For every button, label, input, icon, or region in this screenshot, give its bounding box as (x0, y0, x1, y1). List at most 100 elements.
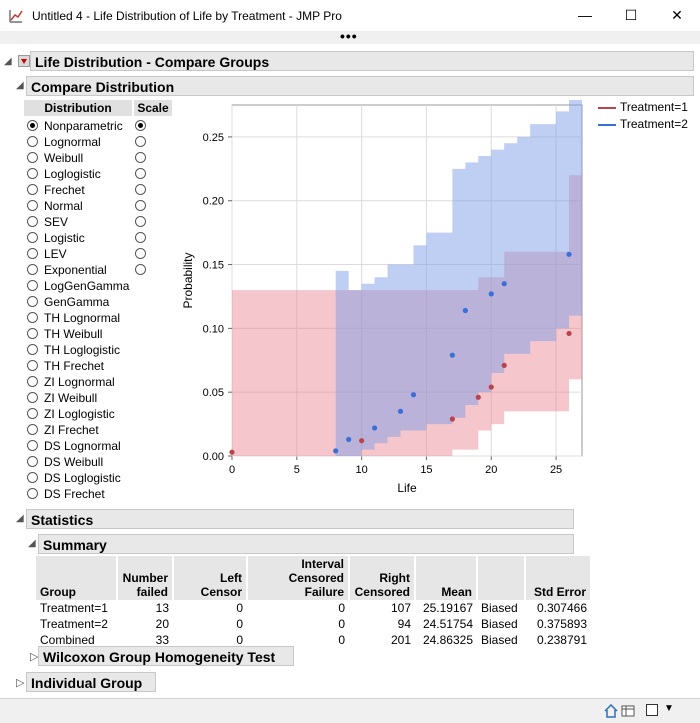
home-icon[interactable] (604, 704, 618, 718)
x-tick-label: 5 (294, 464, 300, 476)
distribution-radio[interactable] (27, 184, 38, 195)
distribution-radio[interactable] (27, 472, 38, 483)
distribution-radio[interactable] (27, 312, 38, 323)
distribution-label[interactable]: Frechet (44, 183, 85, 197)
disclosure-closed-icon[interactable]: ▷ (16, 676, 24, 689)
data-point (346, 436, 352, 443)
distribution-radio[interactable] (27, 152, 38, 163)
distribution-label[interactable]: DS Lognormal (44, 439, 121, 453)
distribution-radio[interactable] (27, 392, 38, 403)
scale-radio[interactable] (135, 232, 146, 243)
data-point (371, 425, 378, 431)
wilcoxon-test-outline[interactable]: Wilcoxon Group Homogeneity Test (38, 646, 294, 666)
scale-radio[interactable] (135, 152, 146, 163)
distribution-label[interactable]: ZI Lognormal (44, 375, 115, 389)
window-title: Untitled 4 - Life Distribution of Life b… (32, 9, 342, 23)
table-row: Treatment=1 13 0 0 107 25.19167 Biased 0… (36, 600, 591, 616)
scale-radio[interactable] (135, 248, 146, 259)
jmp-app-icon (9, 10, 23, 23)
distribution-label[interactable]: TH Loglogistic (44, 343, 120, 357)
distribution-label[interactable]: ZI Loglogistic (44, 407, 115, 421)
col-header-group: Group (36, 556, 118, 600)
distribution-label[interactable]: Weibull (44, 151, 83, 165)
distribution-column-header: Distribution (24, 100, 132, 116)
distribution-label[interactable]: Logistic (44, 231, 85, 245)
overflow-dots-icon[interactable]: ••• (340, 28, 358, 44)
distribution-radio[interactable] (27, 264, 38, 275)
disclosure-open-icon[interactable]: ◢ (28, 538, 36, 549)
distribution-radio[interactable] (27, 424, 38, 435)
distribution-radio[interactable] (27, 376, 38, 387)
distribution-label[interactable]: SEV (44, 215, 68, 229)
distribution-label[interactable]: Nonparametric (44, 119, 123, 133)
disclosure-open-icon[interactable]: ◢ (4, 56, 12, 67)
summary-outline[interactable]: Summary (38, 534, 574, 554)
table-view-icon[interactable] (621, 704, 635, 718)
cell: 24.86325 (422, 633, 473, 647)
distribution-label[interactable]: ZI Frechet (44, 423, 99, 437)
distribution-label[interactable]: TH Lognormal (44, 311, 120, 325)
distribution-label[interactable]: Exponential (44, 263, 107, 277)
life-distribution-outline[interactable]: Life Distribution - Compare Groups (30, 51, 694, 71)
minimize-button[interactable]: — (562, 0, 608, 31)
distribution-radio[interactable] (27, 136, 38, 147)
distribution-label[interactable]: GenGamma (44, 295, 109, 309)
distribution-label[interactable]: TH Frechet (44, 359, 104, 373)
chevron-down-icon[interactable]: ▼ (664, 703, 674, 714)
data-point (475, 394, 481, 400)
distribution-label[interactable]: LEV (44, 247, 67, 261)
distribution-radio[interactable] (27, 216, 38, 227)
cell: 0 (236, 617, 243, 631)
scale-radio[interactable] (135, 216, 146, 227)
individual-group-outline[interactable]: Individual Group (26, 672, 156, 692)
maximize-button[interactable]: ☐ (608, 0, 654, 31)
distribution-radio[interactable] (27, 248, 38, 259)
distribution-radio[interactable] (27, 120, 38, 131)
distribution-label[interactable]: LogGenGamma (44, 279, 129, 293)
scale-column-header: Scale (134, 100, 172, 116)
scale-radio[interactable] (135, 120, 146, 131)
cell: 0 (236, 601, 243, 615)
x-tick-label: 0 (229, 464, 235, 476)
data-point (488, 291, 494, 297)
distribution-radio[interactable] (27, 344, 38, 355)
table-row: Treatment=2 20 0 0 94 24.51754 Biased 0.… (36, 616, 591, 632)
distribution-radio[interactable] (27, 408, 38, 419)
scale-radio[interactable] (135, 264, 146, 275)
distribution-label[interactable]: Normal (44, 199, 83, 213)
scale-radio[interactable] (135, 168, 146, 179)
distribution-label[interactable]: DS Loglogistic (44, 471, 121, 485)
distribution-label[interactable]: Loglogistic (44, 167, 101, 181)
distribution-label[interactable]: DS Weibull (44, 455, 103, 469)
distribution-label[interactable]: Lognormal (44, 135, 101, 149)
scale-radio[interactable] (135, 200, 146, 211)
distribution-radio[interactable] (27, 232, 38, 243)
scale-radio[interactable] (135, 136, 146, 147)
distribution-radio[interactable] (27, 296, 38, 307)
distribution-radio[interactable] (27, 488, 38, 499)
col-header-interval-censored: Interval Censored Failure (247, 556, 350, 600)
cell: Biased (481, 601, 518, 615)
statistics-outline[interactable]: Statistics (26, 509, 574, 529)
disclosure-open-icon[interactable]: ◢ (16, 513, 24, 524)
data-point (449, 416, 455, 422)
data-point (449, 352, 455, 358)
red-triangle-menu-icon[interactable] (18, 55, 30, 67)
close-button[interactable]: ✕ (654, 0, 700, 31)
disclosure-open-icon[interactable]: ◢ (16, 80, 24, 91)
distribution-label[interactable]: ZI Weibull (44, 391, 97, 405)
distribution-radio[interactable] (27, 328, 38, 339)
distribution-label[interactable]: TH Weibull (44, 327, 102, 341)
distribution-radio[interactable] (27, 440, 38, 451)
distribution-radio[interactable] (27, 280, 38, 291)
distribution-radio[interactable] (27, 168, 38, 179)
window-selector-icon[interactable] (646, 704, 658, 716)
distribution-radio[interactable] (27, 456, 38, 467)
summary-table: Group Number failed Left Censor Interval C… (36, 556, 592, 648)
scale-radio[interactable] (135, 184, 146, 195)
distribution-label[interactable]: DS Frechet (44, 487, 105, 501)
distribution-radio[interactable] (27, 360, 38, 371)
distribution-radio[interactable] (27, 200, 38, 211)
cell: Treatment=1 (40, 601, 108, 615)
compare-distribution-outline[interactable]: Compare Distribution (26, 76, 694, 96)
